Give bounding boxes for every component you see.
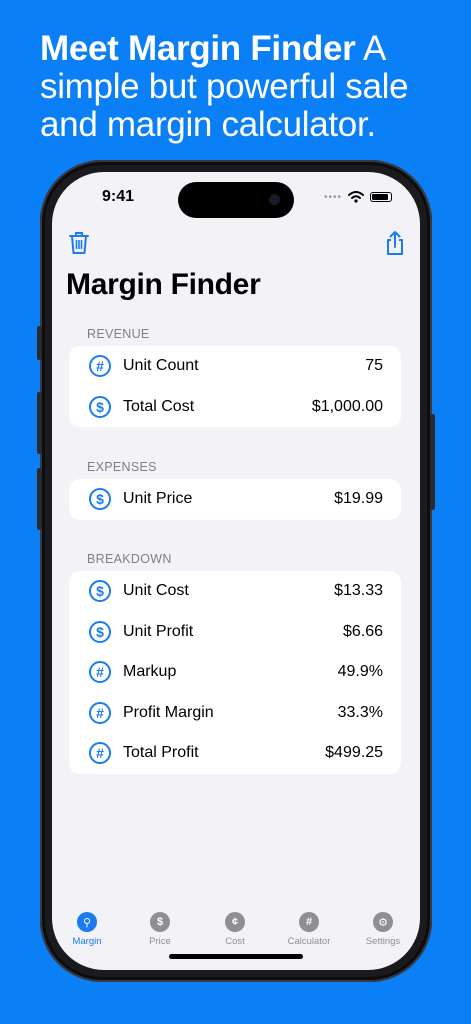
- row-unit-count[interactable]: # Unit Count 75: [69, 346, 401, 387]
- page-title: Margin Finder: [66, 268, 261, 301]
- camera-icon: [269, 194, 280, 205]
- power-button: [430, 414, 435, 510]
- signal-icon: ••••: [323, 191, 342, 203]
- number-icon: #: [299, 912, 319, 932]
- volume-up-button: [37, 392, 42, 454]
- row-label: Total Profit: [123, 744, 199, 762]
- revenue-card: # Unit Count 75 $ Total Cost $1,000.00: [69, 346, 401, 427]
- number-icon: #: [89, 661, 111, 684]
- trash-icon[interactable]: [66, 230, 92, 256]
- row-value: 33.3%: [337, 703, 383, 721]
- row-value: $13.33: [334, 582, 383, 600]
- marketing-headline: Meet Margin Finder A simple but powerful…: [40, 30, 460, 144]
- row-label: Unit Count: [123, 357, 199, 375]
- row-value: $6.66: [342, 622, 383, 640]
- tab-settings[interactable]: ⚙ Settings: [348, 912, 418, 947]
- row-markup: # Markup 49.9%: [69, 652, 401, 693]
- home-indicator: [169, 954, 303, 959]
- row-label: Unit Profit: [123, 622, 194, 640]
- tab-calculator[interactable]: # Calculator: [274, 912, 344, 947]
- expenses-card: $ Unit Price $19.99: [69, 479, 401, 520]
- tab-label: Cost: [225, 936, 245, 947]
- tab-label: Margin: [72, 936, 102, 947]
- share-icon[interactable]: [382, 230, 408, 256]
- row-unit-price[interactable]: $ Unit Price $19.99: [69, 479, 401, 520]
- dynamic-island: [178, 182, 294, 218]
- tab-margin[interactable]: ⚲ Margin: [52, 912, 122, 947]
- headline-bold: Meet Margin Finder: [40, 29, 356, 68]
- row-label: Total Cost: [123, 397, 195, 415]
- magnifier-icon: ⚲: [77, 912, 97, 932]
- dollar-icon: $: [89, 620, 111, 643]
- number-icon: #: [89, 742, 111, 765]
- row-profit-margin: # Profit Margin 33.3%: [69, 693, 401, 734]
- row-value[interactable]: $1,000.00: [312, 398, 383, 416]
- section-label-expenses: EXPENSES: [87, 460, 157, 474]
- volume-down-button: [37, 468, 42, 530]
- row-value[interactable]: $19.99: [334, 490, 383, 508]
- row-label: Profit Margin: [123, 703, 214, 721]
- tab-price[interactable]: $ Price: [125, 912, 195, 947]
- dollar-icon: $: [89, 395, 111, 418]
- number-icon: #: [89, 355, 111, 378]
- dollar-icon: $: [89, 580, 111, 603]
- row-label: Markup: [123, 663, 177, 681]
- status-time: 9:41: [102, 188, 135, 205]
- row-value[interactable]: 75: [365, 357, 383, 375]
- number-icon: #: [89, 701, 111, 724]
- tab-bar: ⚲ Margin $ Price ¢ Cost # Calculator ⚙ S…: [52, 898, 420, 958]
- phone-frame: 9:41 •••• Margin Finder REVENUE # Unit C…: [37, 160, 435, 982]
- tab-label: Price: [149, 936, 171, 947]
- section-label-breakdown: BREAKDOWN: [87, 552, 172, 566]
- row-label: Unit Price: [123, 490, 193, 508]
- gear-icon: ⚙: [373, 912, 393, 932]
- row-label: Unit Cost: [123, 582, 189, 600]
- battery-icon: [370, 192, 392, 202]
- dollar-icon: $: [150, 912, 170, 932]
- status-icons: ••••: [324, 191, 392, 203]
- row-unit-cost: $ Unit Cost $13.33: [69, 571, 401, 612]
- row-value: 49.9%: [337, 663, 383, 681]
- tab-label: Settings: [365, 936, 401, 947]
- mute-switch: [37, 326, 42, 360]
- section-label-revenue: REVENUE: [87, 327, 150, 341]
- row-unit-profit: $ Unit Profit $6.66: [69, 612, 401, 653]
- row-total-profit: # Total Profit $499.25: [69, 733, 401, 774]
- breakdown-card: $ Unit Cost $13.33 $ Unit Profit $6.66 #…: [69, 571, 401, 774]
- wifi-icon: [348, 191, 364, 203]
- tab-cost[interactable]: ¢ Cost: [200, 912, 270, 947]
- row-value: $499.25: [325, 744, 383, 762]
- tab-label: Calculator: [287, 936, 331, 947]
- cent-icon: ¢: [225, 912, 245, 932]
- app-screen: 9:41 •••• Margin Finder REVENUE # Unit C…: [52, 172, 420, 970]
- dollar-icon: $: [89, 488, 111, 511]
- row-total-cost[interactable]: $ Total Cost $1,000.00: [69, 387, 401, 428]
